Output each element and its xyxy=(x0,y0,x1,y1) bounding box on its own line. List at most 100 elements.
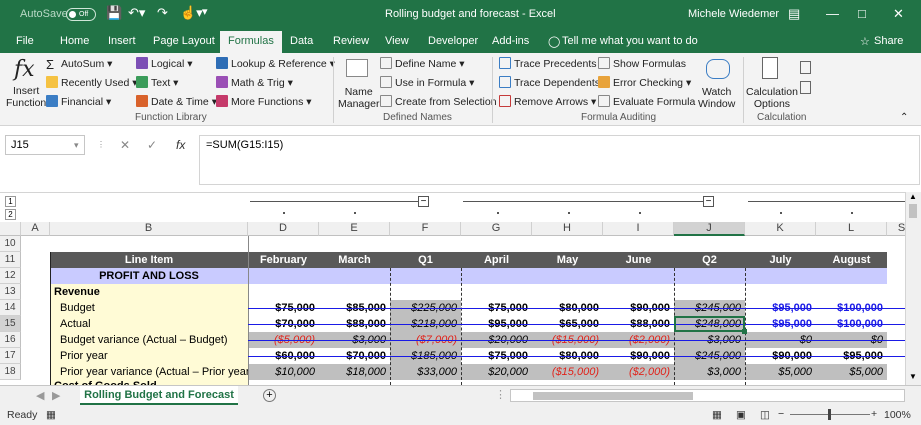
save-icon[interactable]: 💾 xyxy=(106,5,122,25)
redo-icon[interactable]: ↷ xyxy=(157,5,168,25)
recently-used-button[interactable]: Recently Used ▾ xyxy=(46,76,137,89)
outline-level-1-button[interactable]: 1 xyxy=(5,196,16,207)
undo-icon[interactable]: ↶▾ xyxy=(128,5,145,25)
row-header[interactable]: 14 xyxy=(0,300,21,316)
new-sheet-button[interactable]: + xyxy=(263,389,276,402)
ribbon-display-icon[interactable]: ▤ xyxy=(788,6,800,22)
sheet-tab-active[interactable]: Rolling Budget and Forecast xyxy=(80,386,238,405)
lookup-reference-button[interactable]: Lookup & Reference ▾ xyxy=(216,57,335,70)
show-formulas-button[interactable]: Show Formulas xyxy=(598,57,686,70)
row-header[interactable]: 13 xyxy=(0,284,21,300)
financial-button[interactable]: Financial ▾ xyxy=(46,95,111,108)
selected-cell[interactable] xyxy=(674,316,745,332)
calculate-sheet-icon[interactable] xyxy=(800,81,811,94)
autosave-toggle[interactable]: Off xyxy=(66,8,96,21)
scroll-up-icon[interactable]: ▲ xyxy=(909,192,917,201)
maximize-icon[interactable]: □ xyxy=(858,6,866,21)
collapse-q2-button[interactable]: − xyxy=(703,196,714,207)
name-manager-icon[interactable] xyxy=(346,59,368,77)
scroll-thumb[interactable] xyxy=(533,392,693,400)
column-header[interactable]: D xyxy=(248,222,319,236)
date-time-button[interactable]: Date & Time ▾ xyxy=(136,95,217,108)
row-header[interactable]: 17 xyxy=(0,348,21,364)
calculator-icon[interactable] xyxy=(762,57,778,79)
math-trig-button[interactable]: Math & Trig ▾ xyxy=(216,76,293,89)
page-break-view-icon[interactable]: ◫ xyxy=(760,409,770,421)
row-header[interactable]: 16 xyxy=(0,332,21,348)
define-name-button[interactable]: Define Name ▾ xyxy=(380,57,464,70)
row-header[interactable]: 15 xyxy=(0,316,21,332)
select-all-button[interactable] xyxy=(0,222,21,236)
customize-qat-icon[interactable]: ▾ xyxy=(202,5,208,25)
user-name[interactable]: Michele Wiedemer xyxy=(688,8,779,20)
text-button[interactable]: Text ▾ xyxy=(136,76,178,89)
share-button[interactable]: Share xyxy=(874,35,903,47)
cancel-icon[interactable]: ✕ xyxy=(120,138,130,152)
table-cell[interactable]: $20,000 xyxy=(461,364,532,380)
share-icon[interactable]: ☆ xyxy=(860,35,870,48)
tab-insert[interactable]: Insert xyxy=(108,35,136,47)
table-cell[interactable]: $3,000 xyxy=(674,364,745,380)
column-header[interactable]: J xyxy=(674,222,745,236)
horizontal-scrollbar[interactable] xyxy=(510,389,905,402)
calculate-now-icon[interactable] xyxy=(800,61,811,74)
trace-dependents-button[interactable]: Trace Dependents xyxy=(499,76,600,89)
logical-button[interactable]: Logical ▾ xyxy=(136,57,192,70)
create-from-selection-button[interactable]: Create from Selection xyxy=(380,95,497,108)
tab-home[interactable]: Home xyxy=(60,35,89,47)
tab-add-ins[interactable]: Add-ins xyxy=(492,35,529,47)
insert-function-icon[interactable]: fx xyxy=(14,57,35,82)
outline-level-2-button[interactable]: 2 xyxy=(5,209,16,220)
column-header[interactable]: H xyxy=(532,222,603,236)
zoom-slider-handle[interactable] xyxy=(828,409,831,420)
tell-me-input[interactable]: Tell me what you want to do xyxy=(562,35,698,47)
row-header[interactable]: 12 xyxy=(0,268,21,284)
row-header[interactable]: 10 xyxy=(0,236,21,252)
table-cell[interactable]: ($15,000) xyxy=(532,364,603,380)
column-header[interactable]: G xyxy=(461,222,532,236)
name-box-dropdown-icon[interactable]: ▾ xyxy=(74,140,79,151)
fill-handle[interactable] xyxy=(742,329,747,334)
calculation-options-button[interactable]: Calculation Options xyxy=(746,86,798,110)
trace-precedents-button[interactable]: Trace Precedents xyxy=(499,57,596,70)
formula-input[interactable]: =SUM(G15:I15) xyxy=(199,135,920,185)
tab-data[interactable]: Data xyxy=(290,35,313,47)
zoom-in-button[interactable]: + xyxy=(871,408,877,420)
column-header[interactable]: K xyxy=(745,222,816,236)
autosum-button[interactable]: Σ AutoSum ▾ xyxy=(46,57,112,72)
close-icon[interactable]: ✕ xyxy=(893,6,904,22)
table-cell[interactable]: $33,000 xyxy=(390,364,461,380)
table-cell[interactable]: $5,000 xyxy=(745,364,816,380)
column-header[interactable]: F xyxy=(390,222,461,236)
prev-sheet-icon[interactable]: ◀ xyxy=(36,389,44,402)
normal-view-icon[interactable]: ▦ xyxy=(712,409,722,421)
enter-icon[interactable]: ✓ xyxy=(147,138,157,152)
table-cell[interactable]: $10,000 xyxy=(248,364,319,380)
minimize-icon[interactable]: — xyxy=(826,6,839,21)
table-cell[interactable]: ($2,000) xyxy=(603,364,674,380)
column-header[interactable]: A xyxy=(21,222,50,236)
watch-window-icon[interactable] xyxy=(706,59,730,79)
tab-review[interactable]: Review xyxy=(333,35,369,47)
name-box[interactable]: J15 xyxy=(5,135,85,155)
name-manager-button[interactable]: Name Manager xyxy=(338,86,379,110)
column-header[interactable]: B xyxy=(50,222,248,236)
row-header[interactable]: 18 xyxy=(0,364,21,380)
evaluate-formula-button[interactable]: Evaluate Formula xyxy=(598,95,695,108)
row-header[interactable]: 11 xyxy=(0,252,21,268)
scroll-thumb[interactable] xyxy=(909,204,917,218)
zoom-level[interactable]: 100% xyxy=(884,409,911,421)
use-in-formula-button[interactable]: Use in Formula ▾ xyxy=(380,76,474,89)
zoom-out-button[interactable]: − xyxy=(778,408,784,420)
touch-mode-icon[interactable]: ☝▾ xyxy=(180,5,203,25)
more-functions-button[interactable]: More Functions ▾ xyxy=(216,95,312,108)
remove-arrows-button[interactable]: Remove Arrows ▾ xyxy=(499,95,596,108)
insert-function-button[interactable]: Insert Function xyxy=(6,85,46,109)
collapse-ribbon-icon[interactable]: ⌃ xyxy=(900,112,908,123)
spreadsheet-grid[interactable]: A B D E F G H I J K L S 10 11 12 13 14 15 16 17 18 Line Item F… xyxy=(0,222,905,385)
tab-developer[interactable]: Developer xyxy=(428,35,478,47)
table-cell[interactable]: $18,000 xyxy=(319,364,390,380)
scroll-down-icon[interactable]: ▼ xyxy=(909,372,917,381)
column-header[interactable]: S xyxy=(887,222,905,236)
macro-record-icon[interactable]: ▦ xyxy=(46,409,56,421)
